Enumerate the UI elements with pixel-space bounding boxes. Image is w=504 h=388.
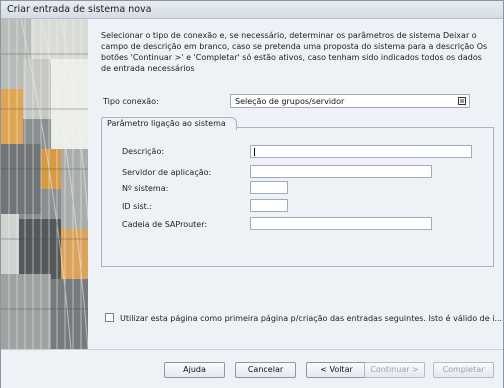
connection-type-label: Tipo conexão: bbox=[103, 97, 159, 106]
title-bar[interactable]: Criar entrada de sistema nova bbox=[1, 1, 503, 19]
continue-button[interactable]: Continuar > bbox=[364, 362, 425, 378]
first-page-checkbox-label: Utilizar esta página como primeira págin… bbox=[120, 314, 503, 323]
intro-text: Selecionar o tipo de conexão e, se neces… bbox=[101, 31, 488, 73]
back-button[interactable]: < Voltar bbox=[306, 362, 367, 378]
dialog-window: Criar entrada de sistema nova Selecionar… bbox=[0, 0, 504, 388]
decorative-side-image bbox=[1, 19, 88, 349]
window-title: Criar entrada de sistema nova bbox=[7, 4, 152, 15]
description-field[interactable] bbox=[250, 145, 472, 158]
saprouter-label: Cadeia de SAProuter: bbox=[122, 220, 208, 229]
first-page-checkbox[interactable] bbox=[105, 313, 114, 322]
connection-params-title: Parâmetro ligação ao sistema bbox=[101, 117, 237, 130]
text-cursor bbox=[254, 148, 255, 156]
complete-button[interactable]: Completar bbox=[433, 362, 494, 378]
system-id-label: ID sist.: bbox=[122, 202, 152, 211]
wizard-content: Selecionar o tipo de conexão e, se neces… bbox=[89, 19, 503, 349]
value-help-icon[interactable] bbox=[457, 96, 467, 106]
system-id-field[interactable] bbox=[250, 199, 288, 212]
building-graphic bbox=[1, 19, 88, 349]
connection-type-select[interactable]: Seleção de grupos/servidor bbox=[230, 94, 470, 108]
system-number-field[interactable] bbox=[250, 181, 288, 194]
app-server-label: Servidor de aplicação: bbox=[122, 168, 212, 177]
cancel-button[interactable]: Cancelar bbox=[235, 362, 296, 378]
description-label: Descrição: bbox=[122, 147, 165, 156]
connection-type-value: Seleção de grupos/servidor bbox=[235, 97, 345, 106]
app-server-field[interactable] bbox=[250, 165, 432, 178]
saprouter-field[interactable] bbox=[250, 217, 432, 230]
system-number-label: Nº sistema: bbox=[122, 184, 169, 193]
help-button[interactable]: Ajuda bbox=[164, 362, 225, 378]
button-bar: Ajuda Cancelar < Voltar Continuar > Comp… bbox=[1, 349, 503, 388]
